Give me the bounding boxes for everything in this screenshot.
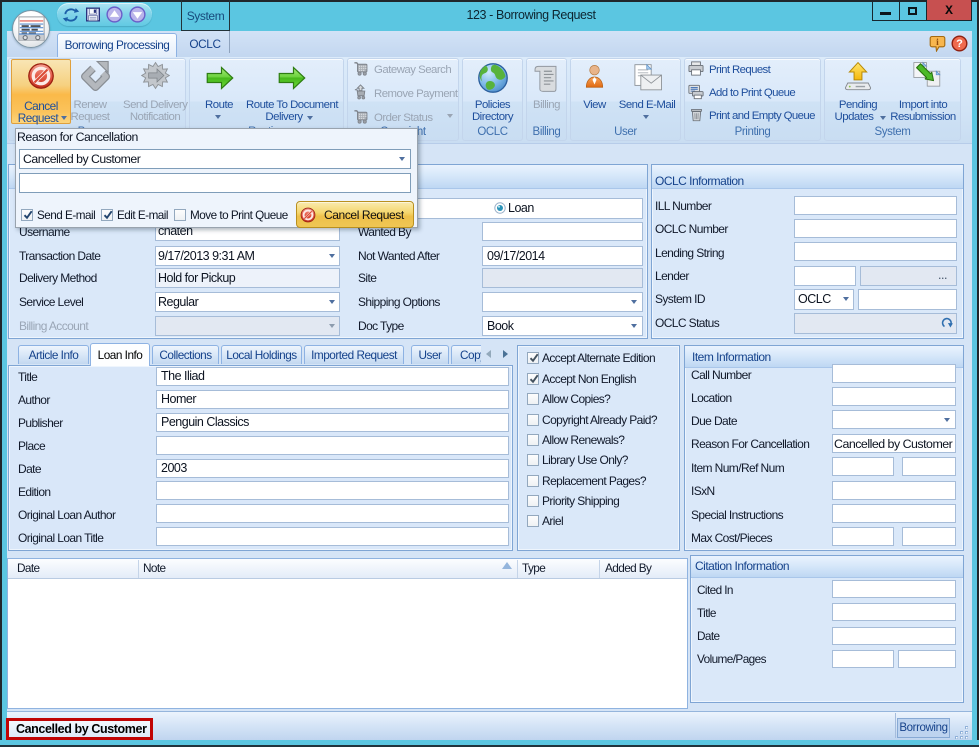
svg-text:?: ? xyxy=(956,38,963,50)
svg-text:i: i xyxy=(936,38,939,48)
